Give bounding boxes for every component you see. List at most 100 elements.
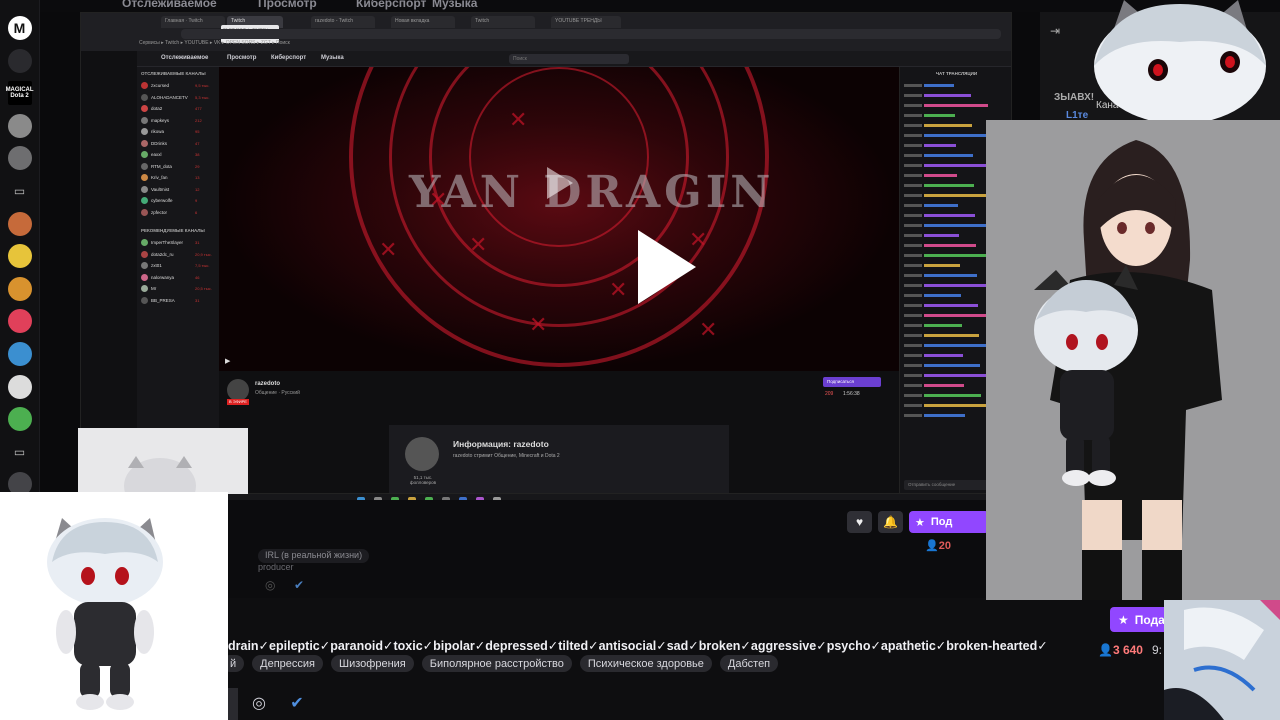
captured-channel-viewers: 47	[195, 140, 200, 146]
captured-recommended-header: РЕКОМЕНДУЕМЫЕ КАНАЛЫ	[141, 228, 205, 233]
chat-badges	[904, 343, 922, 347]
x-decor: ✕	[699, 317, 718, 342]
chat-text	[924, 363, 980, 367]
captured-about-followers: 51,1 тыс. фолловеров	[409, 475, 437, 485]
person-icon: 👤	[1098, 643, 1113, 657]
nav-music[interactable]: Музыка	[432, 0, 477, 10]
captured-follow-header: ОТСЛЕЖИВАЕМЫЕ КАНАЛЫ	[141, 71, 206, 76]
captured-channel-viewers: 20,5 тыс.	[195, 286, 212, 292]
captured-channel-avatar	[141, 105, 148, 113]
video-camera-icon[interactable]: ▭	[8, 179, 32, 203]
captured-channel-row: dota2 477	[137, 103, 219, 115]
collapse-chat-icon[interactable]: ⇥	[1050, 24, 1060, 38]
steam-icon-small[interactable]: ✔	[294, 578, 304, 592]
captured-channel-row: BB_PRESA 31	[137, 295, 219, 307]
stream-tag[interactable]: Биполярное расстройство	[421, 655, 572, 672]
x-decor: ✕	[379, 237, 398, 262]
nav-esports[interactable]: Киберспорт	[356, 0, 426, 10]
captured-channel-row: Kriv_fan 13	[137, 172, 219, 184]
captured-nav-item: Просмотр	[227, 55, 257, 61]
captured-channel-avatar	[141, 128, 148, 136]
captured-bookmarks: Сервисы ▸ Twitch ▸ YOUTUBE ▸ VK ▸ OPEN S…	[139, 40, 290, 46]
captured-channel-avatar	[141, 208, 148, 216]
sidebar-channel-6[interactable]	[7, 211, 32, 236]
captured-chat-message	[904, 110, 1009, 120]
sidebar-channel-11[interactable]	[7, 374, 32, 399]
sidebar-item-label: M	[13, 20, 26, 36]
captured-tab: razedoto - Twitch	[311, 16, 375, 28]
stream-tag[interactable]: Депрессия	[252, 655, 324, 672]
sidebar-channel-7[interactable]	[7, 244, 32, 269]
video-camera-icon[interactable]: ▭	[8, 440, 32, 464]
obs-icon[interactable]: ◎	[248, 692, 270, 714]
obs-icon-small[interactable]: ◎	[265, 578, 275, 592]
stream-tag[interactable]: Шизофрения	[331, 655, 414, 672]
captured-channel-avatar	[141, 285, 148, 293]
video-ring	[469, 67, 649, 247]
overlay-cat-head	[1080, 0, 1280, 120]
stream-tag[interactable]: Дабстеп	[719, 655, 779, 672]
chat-badges	[904, 233, 922, 237]
captured-follow-button: Подписаться	[823, 377, 881, 387]
captured-chat-message	[904, 100, 1009, 110]
bell-icon[interactable]: 🔔	[878, 511, 903, 533]
overlay-cat-faded	[78, 428, 248, 494]
captured-stream-subtitle: Общение · Русский	[255, 390, 300, 396]
stream-tag[interactable]: Психическое здоровье	[579, 655, 712, 672]
sidebar-channel-3[interactable]: MAGICAL Dota 2	[6, 81, 34, 106]
person-icon: 👤	[925, 540, 939, 552]
subscribe-small-label: Под	[930, 516, 953, 528]
steam-icon[interactable]: ✔	[286, 692, 308, 714]
captured-channel-name: rikowa	[151, 129, 165, 135]
captured-channel-avatar	[141, 273, 148, 281]
heart-icon[interactable]: ♥	[847, 511, 872, 533]
captured-channel-row: zxcursed 9,5 тыс.	[137, 80, 219, 92]
captured-channel-name: ALOHADANCETV	[151, 94, 188, 100]
ghost-tag[interactable]: IRL (в реальной жизни)	[258, 549, 370, 563]
captured-channel-name: zpfector	[151, 209, 168, 215]
chat-badges	[904, 243, 922, 247]
sidebar-channel-12[interactable]	[7, 407, 32, 432]
captured-channel-name: RTM_dota	[151, 163, 172, 169]
chat-text	[924, 263, 960, 267]
nav-browse[interactable]: Просмотр	[258, 0, 317, 10]
subscribe-button[interactable]: ★ Пода	[1110, 607, 1170, 632]
star-icon: ★	[915, 516, 925, 529]
play-icon[interactable]	[638, 230, 696, 304]
chat-text	[924, 133, 989, 137]
captured-channel-row: eaxxl 38	[137, 149, 219, 161]
captured-twitch-header: Отслеживаемое Просмотр Киберспорт Музыка…	[137, 51, 1011, 67]
sidebar-channel-2[interactable]	[7, 48, 32, 73]
subscribe-button-small[interactable]: ★ Под	[909, 511, 989, 533]
sidebar-channel-8[interactable]	[7, 276, 32, 301]
captured-chat-message	[904, 80, 1009, 90]
captured-channel-viewers: 46	[195, 274, 200, 280]
captured-channel-row: mapkeys 212	[137, 115, 219, 127]
captured-channel-avatar	[141, 139, 148, 147]
captured-channel-avatar	[141, 262, 148, 270]
sidebar-channel-10[interactable]	[7, 341, 32, 366]
chat-badges	[904, 163, 922, 167]
chat-badges	[904, 183, 922, 187]
sidebar-channel-5[interactable]	[7, 146, 32, 171]
captured-channel-row: zxt01 7,5 тыс.	[137, 260, 219, 272]
chat-badges	[904, 93, 922, 97]
sidebar-magical-dota-channel[interactable]: M	[7, 16, 32, 40]
sidebar-channel-4[interactable]	[7, 113, 32, 138]
sidebar-channel-9[interactable]	[7, 309, 32, 334]
captured-channel-row: nalorwanya 46	[137, 272, 219, 284]
nav-following[interactable]: Отслеживаемое	[122, 0, 217, 10]
chat-text	[924, 143, 956, 147]
captured-stream-title: razedoto	[255, 381, 281, 387]
viewer-count-small: 👤20	[925, 539, 951, 552]
viewer-count-value: 3 640	[1112, 643, 1143, 657]
chat-badges	[904, 253, 922, 257]
chat-badges	[904, 283, 922, 287]
captured-channel-name: cyberwolfe	[151, 198, 173, 204]
captured-play-icon	[547, 167, 573, 199]
captured-channel-avatar	[141, 250, 148, 258]
star-icon: ★	[1118, 612, 1129, 627]
captured-tab: Twitch	[471, 16, 535, 28]
overlay-corner-art	[1164, 600, 1280, 720]
captured-channel-avatar	[141, 82, 148, 90]
